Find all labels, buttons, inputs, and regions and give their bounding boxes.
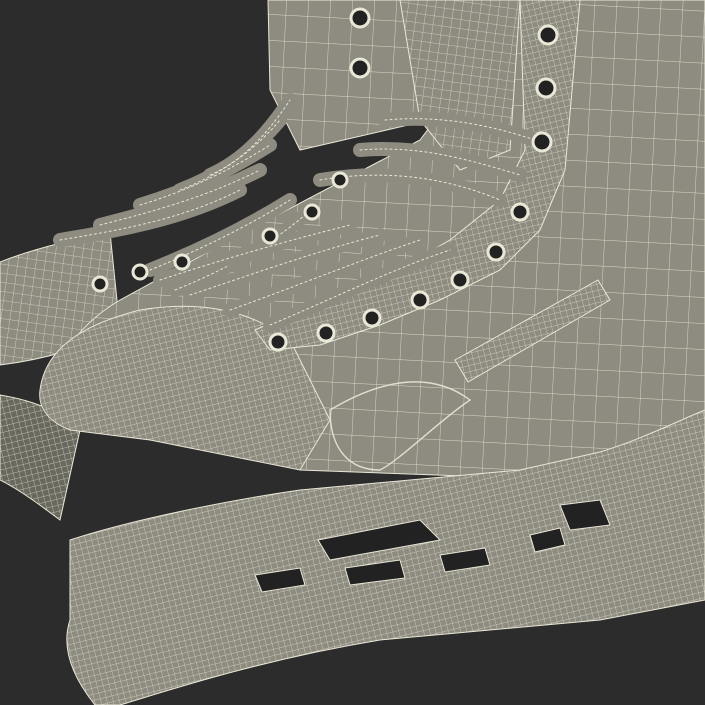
eyelet bbox=[349, 7, 371, 29]
eyelet bbox=[486, 242, 506, 262]
eyelet bbox=[303, 203, 321, 221]
eyelet bbox=[410, 290, 430, 310]
eyelet bbox=[261, 227, 279, 245]
eyelet bbox=[91, 275, 109, 293]
eyelet bbox=[316, 323, 336, 343]
hockey-skates-wireframe-render bbox=[0, 0, 705, 705]
eyelet bbox=[268, 332, 288, 352]
eyelet bbox=[510, 202, 530, 222]
eyelet bbox=[362, 308, 382, 328]
eyelet bbox=[531, 131, 553, 153]
eyelet bbox=[450, 270, 470, 290]
eyelet bbox=[131, 263, 149, 281]
eyelet bbox=[537, 24, 559, 46]
eyelet bbox=[535, 77, 557, 99]
eyelet bbox=[173, 253, 191, 271]
eyelet bbox=[349, 57, 371, 79]
eyelet bbox=[331, 171, 349, 189]
